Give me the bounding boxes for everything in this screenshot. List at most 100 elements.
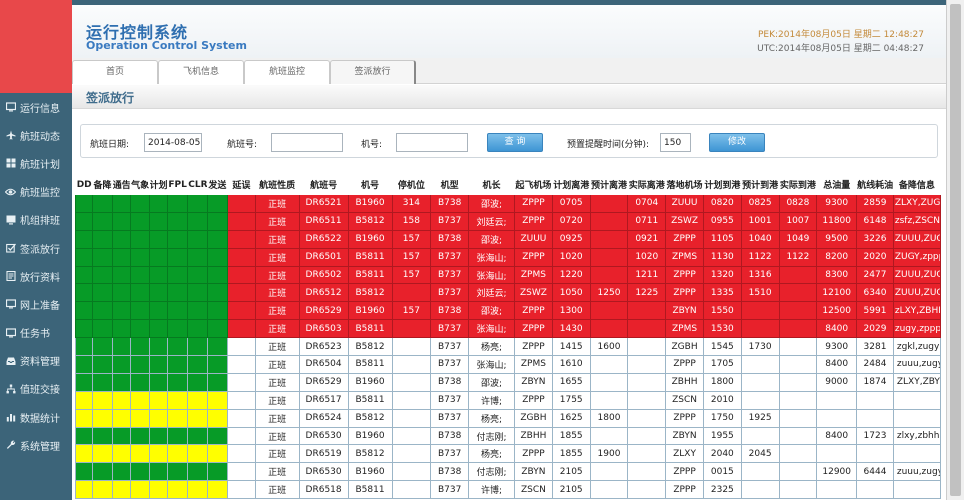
table-cell [227, 301, 256, 321]
sidebar-item-3[interactable]: 航班监控 [0, 178, 72, 206]
column-header[interactable]: 计划到港 [702, 174, 742, 195]
sidebar-item-10[interactable]: 值班交接 [0, 375, 72, 403]
status-flag-cell [130, 194, 150, 213]
status-flag-cell [148, 229, 168, 249]
column-header[interactable]: 计划 [148, 174, 168, 195]
sidebar-item-12[interactable]: 系统管理 [0, 431, 72, 459]
table-cell: B737 [430, 319, 470, 339]
tab-dispatch-release[interactable]: 签派放行 [330, 60, 416, 84]
column-header[interactable]: 气象 [130, 174, 150, 195]
column-header[interactable]: 备降 [92, 174, 113, 195]
table-row[interactable]: 正班 DR6521 B1960 314 B738 邵波; ZPPP 0705 0704 ZUUU 0… [75, 194, 942, 213]
table-cell: 杨亮; [468, 408, 516, 428]
sidebar-item-1[interactable]: 航班动态 [0, 121, 72, 149]
table-cell: 杨亮; [468, 337, 516, 357]
table-cell [892, 408, 942, 428]
table-cell: DR6501 [298, 247, 349, 267]
modify-button[interactable]: 修改 [709, 133, 765, 152]
sidebar-item-5[interactable]: 签派放行 [0, 234, 72, 262]
column-header[interactable]: 预计离港 [589, 174, 629, 195]
flight-number-input[interactable] [271, 133, 343, 152]
flight-date-input[interactable] [144, 133, 202, 152]
checkbox-icon [5, 243, 16, 254]
tab-aircraft-info[interactable]: 飞机信息 [158, 60, 244, 84]
status-flag-cell [111, 426, 132, 446]
sidebar-item-8[interactable]: 任务书 [0, 319, 72, 347]
table-row[interactable]: 正班 DR6529 B1960 157 B738 邵波; ZPPP 1300 ZBYN 1550 1… [75, 301, 942, 321]
column-header[interactable]: 通告 [111, 174, 132, 195]
table-row[interactable]: 正班 DR6522 B1960 157 B738 邵波; ZUUU 0925 0921 ZPPP 1… [75, 229, 942, 249]
registration-input[interactable] [396, 133, 468, 152]
column-header[interactable]: 航线耗油 [856, 174, 894, 195]
table-row[interactable]: 正班 DR6502 B5811 157 B737 张海山; ZPMS 1220 1211 ZPPP… [75, 265, 942, 285]
column-header[interactable]: 实际到港 [778, 174, 818, 195]
table-row[interactable]: 正班 DR6523 B5812 B737 杨亮; ZPPP 1415 1600 ZGBH 1545… [75, 337, 942, 357]
table-row[interactable]: 正班 DR6512 B5812 B737 刘廷云; ZSWZ 1050 1250 1225 ZPP… [75, 283, 942, 303]
scrollbar-thumb[interactable] [950, 4, 961, 496]
table-row[interactable]: 正班 DR6503 B5811 B737 张海山; ZPPP 1430 ZPMS 1530 840… [75, 319, 942, 339]
table-cell: B737 [430, 247, 470, 267]
sidebar-item-11[interactable]: 数据统计 [0, 403, 72, 431]
column-header[interactable]: 机号 [347, 174, 393, 195]
table-cell: 3281 [856, 337, 894, 357]
table-cell: 1122 [740, 247, 780, 267]
table-cell: 314 [391, 194, 432, 213]
column-header[interactable]: 停机位 [391, 174, 432, 195]
table-row[interactable]: 正班 DR6519 B5812 B737 杨亮; ZPPP 1855 1900 ZLXY 2040… [75, 444, 942, 464]
table-row[interactable]: 正班 DR6530 B1960 B738 付志刚; ZBYN 2105 ZPPP 0015 129… [75, 462, 942, 482]
table-cell [778, 444, 818, 464]
inbox-icon-shape [6, 357, 15, 365]
table-row[interactable]: 正班 DR6504 B5811 B737 张海山; ZPMS 1610 ZPPP 1705 840… [75, 355, 942, 374]
column-header[interactable]: 备降信息 [892, 174, 942, 195]
scrollbar[interactable] [946, 0, 964, 500]
column-header[interactable]: 计划离港 [551, 174, 591, 195]
tab-home[interactable]: 首页 [72, 60, 158, 84]
column-header[interactable]: 预计到港 [740, 174, 780, 195]
status-flag-cell [75, 301, 94, 321]
table-row[interactable]: 正班 DR6518 B5811 B737 许博; ZSCN 2105 ZPPP 2325 [75, 480, 942, 500]
column-header[interactable]: FPL [166, 174, 189, 195]
column-header[interactable]: 机长 [468, 174, 516, 195]
column-header[interactable]: 延误 [227, 174, 256, 195]
status-flag-cell [111, 265, 132, 285]
sidebar-item-2[interactable]: 航班计划 [0, 149, 72, 177]
status-flag-cell [75, 283, 94, 303]
tab-flight-monitor[interactable]: 航班监控 [244, 60, 330, 84]
sidebar-item-6[interactable]: 放行资料 [0, 262, 72, 290]
column-header[interactable]: 落地机场 [665, 174, 704, 195]
reminder-time-input[interactable] [660, 133, 691, 152]
table-cell: ZBYN [665, 301, 704, 321]
checkbox-icon-shape [5, 243, 16, 253]
status-flag-cell [111, 444, 132, 464]
table-cell: ZSWZ [665, 211, 704, 231]
table-row[interactable]: 正班 DR6511 B5812 158 B737 刘廷云; ZPPP 0720 0711 ZSWZ… [75, 211, 942, 231]
table-row[interactable]: 正班 DR6501 B5811 157 B737 张海山; ZPPP 1020 1020 ZPMS… [75, 247, 942, 267]
sidebar-item-0[interactable]: 运行信息 [0, 93, 72, 121]
table-row[interactable]: 正班 DR6517 B5811 B737 许博; ZPPP 1755 ZSCN 2010 [75, 390, 942, 410]
status-flag-cell [166, 462, 189, 482]
status-flag-cell [166, 319, 189, 339]
sidebar-item-7[interactable]: 网上准备 [0, 290, 72, 318]
column-header[interactable]: 航班号 [298, 174, 349, 195]
table-cell: 正班 [254, 265, 300, 285]
column-header[interactable]: CLR [187, 174, 208, 195]
status-flag-cell [166, 426, 189, 446]
table-cell: 正班 [254, 301, 300, 321]
column-header[interactable]: 机型 [430, 174, 470, 195]
status-flag-cell [206, 283, 229, 303]
sidebar-item-9[interactable]: 资料管理 [0, 347, 72, 375]
table-row[interactable]: 正班 DR6530 B1960 B738 付志刚; ZBHH 1855 ZBYN 1955 840… [75, 426, 942, 446]
table-row[interactable]: 正班 DR6529 B1960 B738 邵波; ZBYN 1655 ZBHH 1800 9000… [75, 372, 942, 392]
status-flag-cell [92, 372, 113, 392]
status-flag-cell [75, 390, 94, 410]
sidebar-item-4[interactable]: 机组排班 [0, 206, 72, 234]
query-button[interactable]: 查 询 [487, 133, 543, 152]
column-header[interactable]: 实际离港 [627, 174, 667, 195]
column-header[interactable]: 起飞机场 [514, 174, 553, 195]
column-header[interactable]: DD [75, 174, 94, 195]
column-header[interactable]: 发送 [206, 174, 229, 195]
status-flag-cell [111, 319, 132, 339]
column-header[interactable]: 航班性质 [254, 174, 300, 195]
table-row[interactable]: 正班 DR6524 B5812 B737 杨亮; ZGBH 1625 1800 ZPPP 1750… [75, 408, 942, 428]
column-header[interactable]: 总油量 [816, 174, 858, 195]
